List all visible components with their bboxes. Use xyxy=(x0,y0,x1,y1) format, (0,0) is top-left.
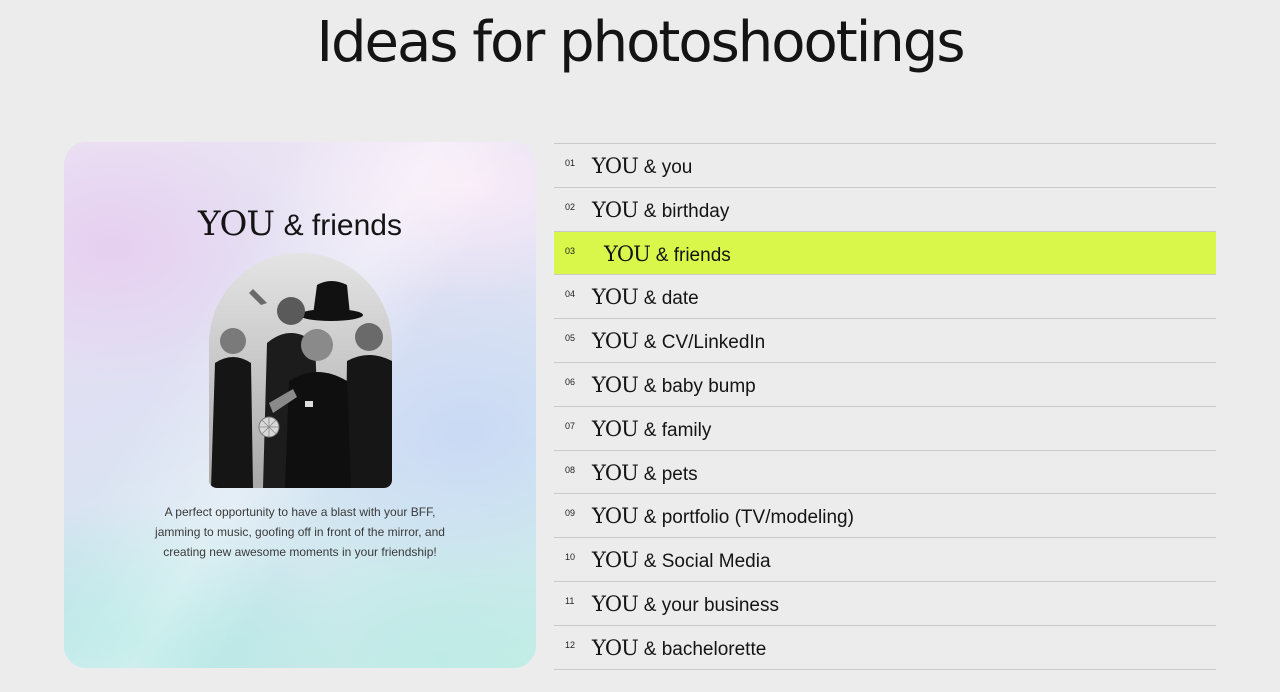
feature-description: A perfect opportunity to have a blast wi… xyxy=(155,505,445,559)
idea-label-text: & date xyxy=(643,288,699,310)
you-logo: YOU xyxy=(592,285,639,310)
photo-illustration-icon xyxy=(209,253,392,488)
idea-number: 08 xyxy=(565,464,576,475)
idea-item-date[interactable]: 04 YOU & date xyxy=(554,275,1216,320)
friends-group-photo xyxy=(209,253,392,488)
ideas-list: 01 YOU & you 02 YOU & birthday 03 YOU & fri… xyxy=(554,143,1216,670)
idea-number: 10 xyxy=(565,552,576,563)
idea-label: YOU & your business xyxy=(592,591,779,619)
idea-label: YOU & friends xyxy=(604,241,731,269)
idea-label: YOU & Social Media xyxy=(592,547,771,575)
idea-number: 07 xyxy=(565,420,576,431)
you-logo: YOU xyxy=(592,197,639,222)
idea-label-text: & CV/LinkedIn xyxy=(643,332,766,354)
feature-heading-suffix: & friends xyxy=(283,209,402,242)
idea-label-text: & birthday xyxy=(643,200,730,222)
idea-label-text: & portfolio (TV/modeling) xyxy=(643,507,854,529)
idea-label: YOU & date xyxy=(592,284,699,312)
idea-item-bachelorette[interactable]: 12 YOU & bachelorette xyxy=(554,626,1216,670)
idea-number: 02 xyxy=(565,201,576,212)
idea-item-cv-linkedin[interactable]: 05 YOU & CV/LinkedIn xyxy=(554,319,1216,363)
idea-item-pets[interactable]: 08 YOU & pets xyxy=(554,451,1216,495)
idea-number: 03 xyxy=(565,245,576,256)
idea-item-friends[interactable]: 03 YOU & friends xyxy=(554,231,1216,276)
you-logo: YOU xyxy=(592,460,639,485)
idea-number: 09 xyxy=(565,508,576,519)
idea-item-your-business[interactable]: 11 YOU & your business xyxy=(554,582,1216,626)
idea-label: YOU & portfolio (TV/modeling) xyxy=(592,503,854,531)
you-logo: YOU xyxy=(198,204,275,244)
you-logo: YOU xyxy=(592,504,639,529)
idea-number: 06 xyxy=(565,376,576,387)
you-logo: YOU xyxy=(592,591,639,616)
you-logo: YOU xyxy=(592,416,639,441)
idea-number: 01 xyxy=(565,158,576,168)
idea-label-text: & pets xyxy=(643,463,698,485)
idea-label-text: & your business xyxy=(643,594,779,616)
idea-item-you[interactable]: 01 YOU & you xyxy=(554,144,1216,188)
idea-label: YOU & baby bump xyxy=(592,372,756,400)
idea-label-text: & baby bump xyxy=(643,375,756,397)
idea-number: 04 xyxy=(565,289,576,300)
idea-label: YOU & family xyxy=(592,416,711,444)
idea-label-text: & family xyxy=(643,419,712,441)
idea-label-text: & bachelorette xyxy=(643,638,767,660)
you-logo: YOU xyxy=(592,329,639,354)
idea-label-text: & Social Media xyxy=(643,551,771,573)
idea-item-portfolio[interactable]: 09 YOU & portfolio (TV/modeling) xyxy=(554,494,1216,539)
you-logo: YOU xyxy=(592,635,639,660)
idea-item-birthday[interactable]: 02 YOU & birthday xyxy=(554,188,1216,232)
idea-item-baby-bump[interactable]: 06 YOU & baby bump xyxy=(554,363,1216,407)
idea-number: 12 xyxy=(565,639,576,650)
page: Ideas for photoshootings YOU & friends A… xyxy=(0,0,1280,692)
idea-label: YOU & bachelorette xyxy=(592,635,766,663)
idea-label: YOU & you xyxy=(592,153,692,181)
idea-item-social-media[interactable]: 10 YOU & Social Media xyxy=(554,538,1216,582)
feature-heading: YOU & friends xyxy=(64,204,536,246)
idea-label-text: & you xyxy=(643,157,693,178)
you-logo: YOU xyxy=(604,241,651,266)
idea-item-family[interactable]: 07 YOU & family xyxy=(554,407,1216,451)
idea-label-text: & friends xyxy=(655,244,731,266)
you-logo: YOU xyxy=(592,154,639,178)
idea-number: 05 xyxy=(565,333,576,344)
idea-label: YOU & CV/LinkedIn xyxy=(592,328,765,356)
idea-label: YOU & pets xyxy=(592,460,698,488)
you-logo: YOU xyxy=(592,372,639,397)
you-logo: YOU xyxy=(592,548,639,573)
feature-card: YOU & friends A perfect opportunity to h… xyxy=(64,142,536,668)
idea-label: YOU & birthday xyxy=(592,197,729,225)
idea-number: 11 xyxy=(565,595,575,606)
page-title: Ideas for photoshootings xyxy=(316,10,965,75)
